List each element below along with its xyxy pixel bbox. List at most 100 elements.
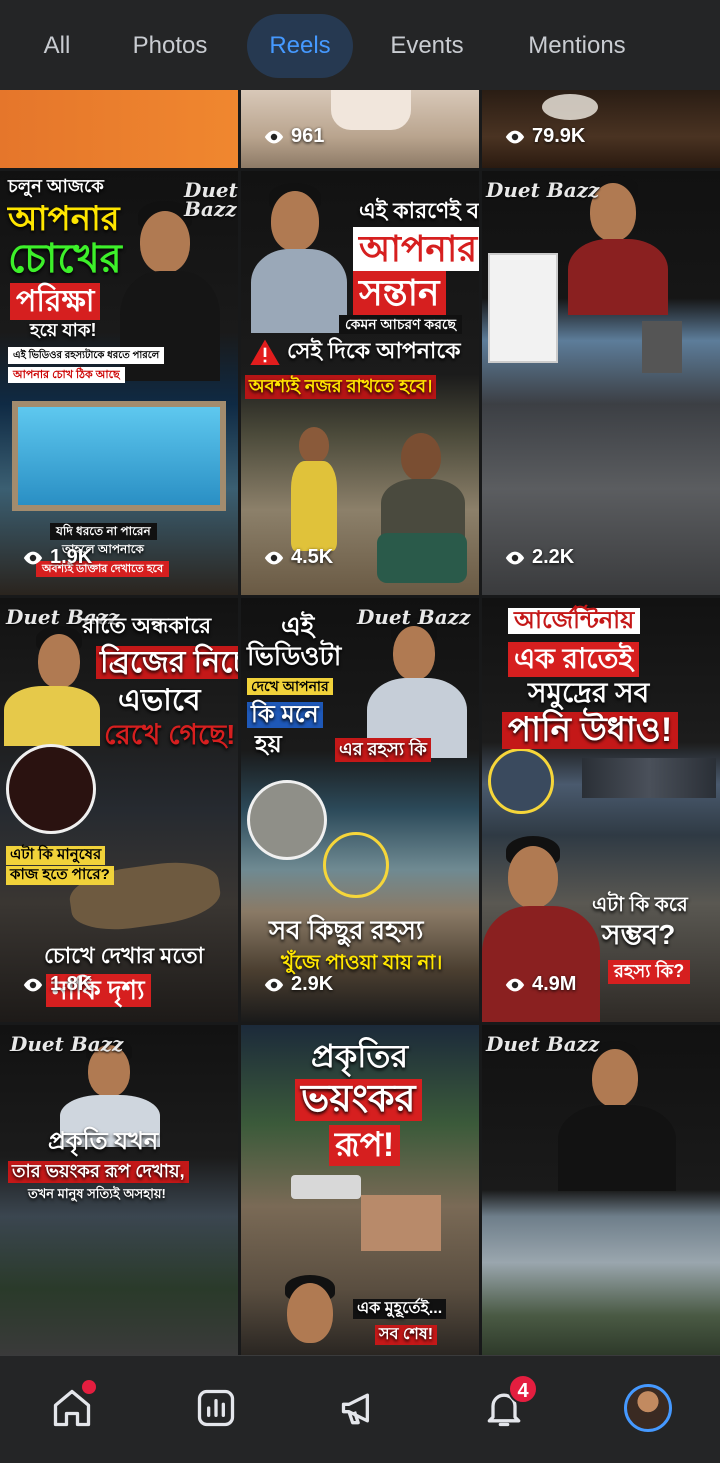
overlay-text: সেই দিকে আপনাকে xyxy=(287,338,461,363)
eye-icon xyxy=(264,978,284,991)
overlay-text: প্রকৃতি যখন xyxy=(48,1128,159,1155)
overlay-text: রেখে গেছে! xyxy=(104,719,236,750)
overlay-text: আপনার xyxy=(8,200,120,238)
brand-logo: Duet Bazz xyxy=(486,178,600,202)
overlay-text: চোখে দেখার মতো xyxy=(44,943,205,968)
eye-icon xyxy=(505,978,525,991)
tab-events[interactable]: Events xyxy=(378,14,476,78)
overlay-text: দেখে আপনার xyxy=(247,678,333,696)
overlay-text: চোখের xyxy=(8,237,122,281)
overlay-text: খুঁজে পাওয়া যায় না। xyxy=(281,952,443,974)
overlay-text: হয় xyxy=(255,731,282,758)
view-count-text: 1.9K xyxy=(50,546,93,568)
presenter-image xyxy=(267,1275,357,1355)
view-count-text: 79.9K xyxy=(532,125,586,147)
zoom-circle xyxy=(488,748,554,814)
notification-badge: 4 xyxy=(508,1374,538,1404)
overlay-text: ভয়ংকর xyxy=(295,1078,422,1121)
overlay-text: আপনার xyxy=(353,227,479,271)
overlay-text: এর রহস্য কি xyxy=(335,738,431,762)
reel-tile[interactable]: আর্জেন্টিনায় এক রাতেই সমুদ্রের সব পানি … xyxy=(482,598,720,1022)
view-count-text: 4.9M xyxy=(532,973,577,995)
nav-ads[interactable] xyxy=(330,1378,390,1438)
reel-tile[interactable]: 79.9K xyxy=(482,90,720,168)
eye-icon xyxy=(505,130,525,143)
overlay-text: এই xyxy=(281,611,315,641)
presenter-image xyxy=(552,1041,682,1191)
view-count-text: 961 xyxy=(291,125,325,147)
reel-thumbnail xyxy=(0,90,238,168)
reel-tile[interactable]: Duet Bazz চলুন আজকে আপনার চোখের পরিক্ষা … xyxy=(0,171,238,595)
reel-tile[interactable]: Duet Bazz রাতে অন্ধকারে ব্রিজের নিচে এভা… xyxy=(0,598,238,1022)
view-count-text: 2.2K xyxy=(532,546,575,568)
megaphone-icon xyxy=(341,1393,369,1425)
brand-logo: Duet Bazz xyxy=(10,1032,124,1056)
tab-photos[interactable]: Photos xyxy=(118,14,222,78)
inset-thumbnail xyxy=(488,253,558,363)
tab-mentions[interactable]: Mentions xyxy=(510,14,644,78)
reel-tile[interactable]: 961 xyxy=(241,90,479,168)
warning-icon xyxy=(247,337,283,369)
overlay-text: এক রাতেই xyxy=(508,642,640,677)
overlay-text: প্রকৃতির xyxy=(311,1038,409,1074)
reel-tile[interactable]: Duet Bazz এই ভিডিওটা দেখে আপনার কি মনে হ… xyxy=(241,598,479,1022)
reel-tile[interactable]: প্রকৃতির ভয়ংকর রূপ! এক মুহূর্তেই... সব … xyxy=(241,1025,479,1355)
view-count: 2.9K xyxy=(263,973,333,996)
overlay-text: আপনার চোখ ঠিক আছে xyxy=(8,367,125,384)
profile-avatar xyxy=(624,1384,672,1432)
nav-profile[interactable] xyxy=(618,1378,678,1438)
view-count-text: 2.9K xyxy=(291,973,334,995)
nav-notifications[interactable]: 4 xyxy=(474,1374,538,1438)
nav-home[interactable] xyxy=(42,1378,102,1438)
view-count: 2.2K xyxy=(504,546,574,569)
reels-grid: 961 79.9K Duet Bazz চলুন আজকে আপনার চোখে… xyxy=(0,90,720,1355)
view-count: 1.9K xyxy=(22,546,92,569)
city-skyline xyxy=(582,758,716,798)
eye-icon xyxy=(23,551,43,564)
overlay-text: চলুন আজকে xyxy=(8,176,104,196)
overlay-text: আর্জেন্টিনায় xyxy=(508,607,641,635)
eye-icon xyxy=(264,130,284,143)
brand-logo: Duet Bazz xyxy=(486,1032,600,1056)
overlay-text: সন্তান xyxy=(353,271,446,315)
overlay-text: ভিডিওটা xyxy=(247,641,342,671)
tab-all[interactable]: All xyxy=(26,14,88,78)
tab-bar: All Photos Reels Events Mentions xyxy=(0,0,720,90)
view-count-text: 1.8K xyxy=(50,973,93,995)
overlay-text: অবশ্যই নজর রাখতে হবে। xyxy=(245,375,437,399)
overlay-text: পরিক্ষা xyxy=(10,283,101,320)
view-count: 4.5K xyxy=(263,546,333,569)
view-count-text: 4.5K xyxy=(291,546,334,568)
overlay-text: এই কারণেই বলি xyxy=(359,198,479,223)
parent-image xyxy=(371,433,471,583)
nav-dashboard[interactable] xyxy=(186,1378,246,1438)
view-count: 1.8K xyxy=(22,973,92,996)
overlay-text: রূপ! xyxy=(329,1125,401,1167)
overlay-text: তখন মানুষ সত্যিই অসহায়! xyxy=(28,1186,166,1201)
brand-logo: Duet Bazz xyxy=(357,605,471,629)
overlay-text: সম্ভব? xyxy=(602,919,676,950)
reel-tile[interactable] xyxy=(0,90,238,168)
reel-tile[interactable]: Duet Bazz 2.2K xyxy=(482,171,720,595)
view-count: 4.9M xyxy=(504,973,576,996)
view-count: 961 xyxy=(263,125,324,148)
zoom-circle xyxy=(247,780,327,860)
reel-tile[interactable]: এই কারণেই বলি আপনার সন্তান কেমন আচরণ করছ… xyxy=(241,171,479,595)
overlay-text: সব শেষ! xyxy=(375,1325,438,1345)
reel-tile[interactable]: Duet Bazz xyxy=(482,1025,720,1355)
home-notification-dot xyxy=(82,1380,96,1394)
overlay-text: ব্রিজের নিচে xyxy=(96,646,238,679)
overlay-text: এভাবে xyxy=(118,684,201,717)
overlay-text: সব কিছুর রহস্য xyxy=(269,915,424,945)
eye-icon xyxy=(264,551,284,564)
overlay-text: রহস্য কি? xyxy=(608,960,691,984)
presenter-image xyxy=(361,618,471,758)
presenter-image xyxy=(251,183,351,333)
highlight-circle xyxy=(323,832,389,898)
reel-tile[interactable]: Duet Bazz প্রকৃতি যখন তার ভয়ংকর রূপ দেখ… xyxy=(0,1025,238,1355)
zoom-circle xyxy=(6,744,96,834)
tab-reels[interactable]: Reels xyxy=(247,14,353,78)
brand-logo: Duet Bazz xyxy=(184,178,238,221)
overlay-text: পানি উধাও! xyxy=(502,711,679,750)
overlay-text: সমুদ্রের সব xyxy=(528,677,650,708)
